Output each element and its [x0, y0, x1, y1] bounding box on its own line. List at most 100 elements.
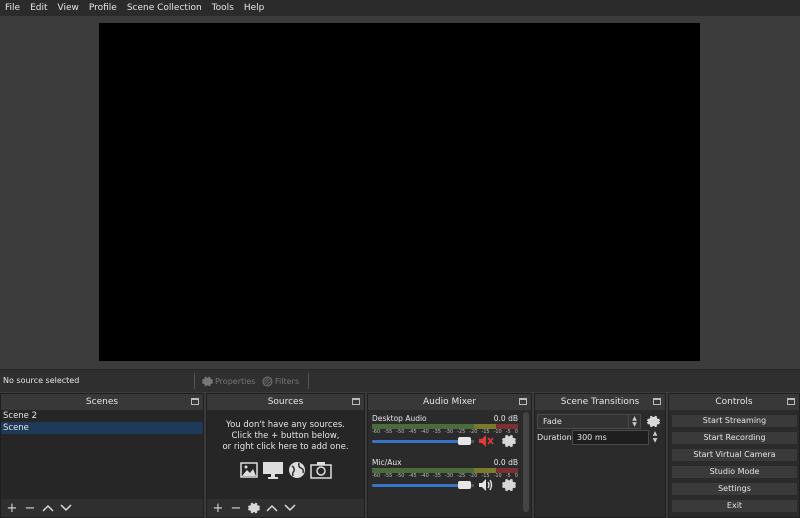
speaker-icon[interactable]	[478, 478, 494, 492]
menu-tools[interactable]: Tools	[207, 3, 239, 13]
source-properties-button[interactable]	[247, 501, 261, 515]
volume-slider[interactable]	[372, 440, 472, 443]
filters-button[interactable]: Filters	[262, 374, 299, 388]
undock-icon[interactable]	[787, 398, 795, 405]
menu-profile[interactable]: Profile	[84, 3, 122, 13]
scenes-dock: Scenes Scene 2 Scene + −	[0, 393, 204, 518]
menu-scene-collection[interactable]: Scene Collection	[122, 3, 207, 13]
scale-tick: -60	[372, 429, 381, 435]
duration-spinner[interactable]: ▲ ▼	[650, 430, 660, 445]
minus-icon: −	[24, 500, 36, 516]
empty-line: Click the + button below,	[231, 431, 340, 441]
audio-mixer-title-bar: Audio Mixer	[368, 394, 531, 410]
scale-tick: -10	[493, 429, 502, 435]
scale-tick: -30	[444, 473, 454, 479]
gear-icon[interactable]	[502, 478, 516, 492]
scene-item[interactable]: Scene 2	[1, 410, 203, 422]
add-source-button[interactable]: +	[211, 501, 225, 515]
mixer-scrollbar[interactable]	[523, 412, 529, 512]
properties-button[interactable]: Properties	[202, 374, 255, 388]
controls-title: Controls	[715, 397, 753, 407]
gear-icon[interactable]	[647, 415, 660, 428]
toolbar-separator	[308, 373, 309, 389]
volume-slider-handle[interactable]	[458, 481, 471, 489]
menu-bar: File Edit View Profile Scene Collection …	[0, 0, 800, 16]
exit-button[interactable]: Exit	[671, 499, 798, 513]
source-type-icons	[207, 461, 364, 479]
settings-button[interactable]: Settings	[671, 482, 798, 496]
preview-canvas[interactable]	[99, 23, 700, 361]
empty-line: or right click here to add one.	[222, 442, 349, 452]
move-source-down-button[interactable]	[283, 501, 297, 515]
empty-line: You don't have any sources.	[226, 420, 345, 430]
scale-tick: -45	[408, 473, 417, 479]
track-db: 0.0 dB	[493, 458, 518, 467]
speaker-muted-icon[interactable]	[478, 434, 494, 448]
scale-tick: -50	[396, 429, 405, 435]
filters-label: Filters	[275, 376, 299, 386]
scale-tick: -25	[457, 473, 466, 479]
scale-tick: -40	[420, 473, 429, 479]
image-icon	[239, 462, 258, 478]
meter-scale: -60 -55 -50 -45 -40 -35 -30 -25 -20 -15 -10 -5 0	[372, 429, 518, 437]
scale-tick: -20	[469, 473, 478, 479]
controls-title-bar: Controls	[669, 394, 799, 410]
transition-selected: Fade	[543, 417, 562, 426]
transitions-body: Fade ▲ ▼ Duration 300 ms ▲ ▼	[535, 410, 665, 517]
duration-input[interactable]: 300 ms	[572, 430, 649, 445]
scale-tick: -55	[384, 429, 393, 435]
undock-icon[interactable]	[352, 398, 360, 405]
scene-transitions-dock: Scene Transitions Fade ▲ ▼ Duration 300 m…	[534, 393, 666, 518]
gear-icon	[248, 502, 260, 514]
chevron-up-icon	[266, 504, 278, 512]
scale-tick: -45	[408, 429, 417, 435]
properties-label: Properties	[215, 376, 256, 386]
start-virtual-camera-button[interactable]: Start Virtual Camera	[671, 448, 798, 462]
plus-icon: +	[6, 500, 18, 516]
move-scene-up-button[interactable]	[41, 501, 55, 515]
toolbar-separator	[194, 373, 195, 389]
camera-icon	[309, 462, 332, 479]
sources-dock: Sources You don't have any sources. Clic…	[206, 393, 365, 518]
scale-tick: -30	[444, 429, 454, 435]
menu-file[interactable]: File	[0, 3, 25, 13]
updown-arrow-icon: ▲ ▼	[628, 415, 640, 428]
scale-tick: -55	[384, 473, 393, 479]
audio-mixer-dock: Audio Mixer Desktop Audio 0.0 dB -60 -55-…	[367, 393, 532, 518]
studio-mode-button[interactable]: Studio Mode	[671, 465, 798, 479]
undock-icon[interactable]	[191, 398, 199, 405]
scale-tick: -50	[396, 473, 405, 479]
remove-source-button[interactable]: −	[229, 501, 243, 515]
scale-tick: -40	[420, 429, 429, 435]
scenes-list: Scene 2 Scene	[1, 410, 203, 499]
sources-footer: + −	[207, 499, 364, 517]
sources-list[interactable]: You don't have any sources. Click the + …	[207, 410, 364, 499]
start-streaming-button[interactable]: Start Streaming	[671, 414, 798, 428]
volume-slider-handle[interactable]	[458, 437, 471, 445]
chevron-down-icon	[60, 504, 72, 512]
menu-view[interactable]: View	[53, 3, 84, 13]
scale-tick: -25	[457, 429, 466, 435]
menu-help[interactable]: Help	[239, 3, 270, 13]
menu-edit[interactable]: Edit	[25, 3, 52, 13]
mixer-tracks: Desktop Audio 0.0 dB -60 -55 -50 -45 -40 -35-…	[368, 410, 524, 517]
move-source-up-button[interactable]	[265, 501, 279, 515]
transition-select[interactable]: Fade ▲ ▼	[537, 414, 641, 429]
add-scene-button[interactable]: +	[5, 501, 19, 515]
scale-tick: -20	[469, 429, 478, 435]
move-scene-down-button[interactable]	[59, 501, 73, 515]
undock-icon[interactable]	[653, 398, 661, 405]
plus-icon: +	[212, 500, 224, 516]
start-recording-button[interactable]: Start Recording	[671, 431, 798, 445]
track-name: Desktop Audio	[372, 414, 427, 423]
preview-area	[0, 16, 800, 369]
undock-icon[interactable]	[519, 398, 527, 405]
remove-scene-button[interactable]: −	[23, 501, 37, 515]
volume-slider[interactable]	[372, 484, 472, 487]
sources-title: Sources	[267, 397, 304, 407]
gear-icon[interactable]	[502, 434, 516, 448]
scene-item-selected[interactable]: Scene	[1, 422, 203, 434]
chevron-down-icon	[284, 504, 296, 512]
source-toolbar: No source selected Properties Filters	[0, 369, 800, 392]
sources-empty-message: You don't have any sources. Click the + …	[207, 420, 364, 453]
